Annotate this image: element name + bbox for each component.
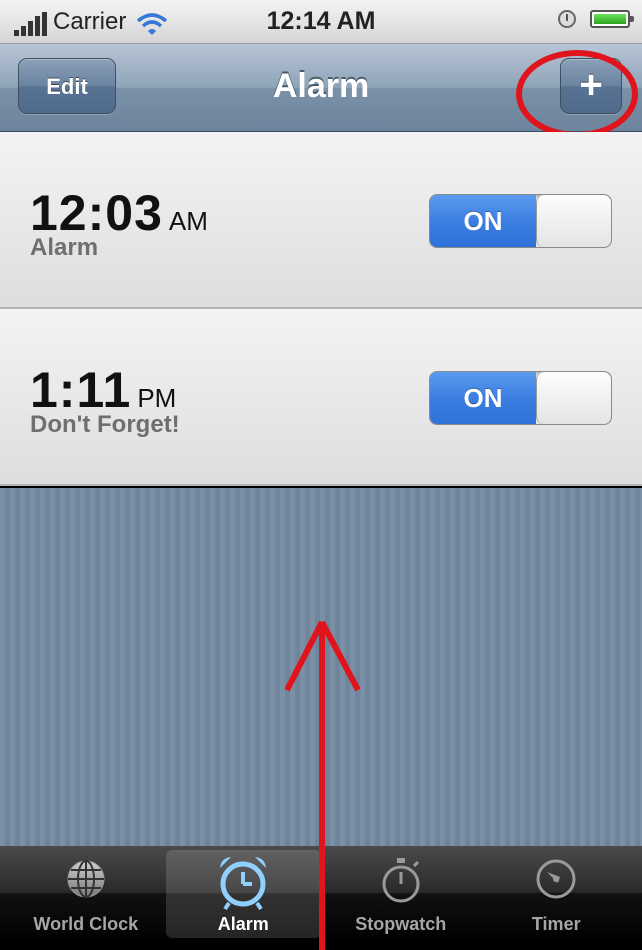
- tab-label: Timer: [531, 914, 581, 934]
- toggle-knob[interactable]: [536, 195, 611, 247]
- tab-alarm[interactable]: Alarm: [165, 850, 321, 938]
- status-right: [558, 10, 634, 28]
- alarm-label: Alarm: [30, 234, 99, 261]
- tab-bar: World Clock Alarm Stopwatch Timer: [0, 846, 642, 942]
- timer-icon: [536, 859, 576, 899]
- alarm-period: PM: [137, 383, 177, 413]
- alarm-toggle-switch[interactable]: ON: [429, 194, 612, 248]
- globe-icon: [67, 860, 105, 898]
- toggle-on-label: ON: [430, 195, 536, 247]
- tab-timer[interactable]: Timer: [479, 846, 635, 942]
- alarm-row[interactable]: 12:03 AM Alarm ON: [0, 132, 642, 309]
- alarm-clock-icon: [220, 857, 267, 911]
- add-alarm-button[interactable]: +: [560, 58, 622, 114]
- stopwatch-icon: [382, 858, 420, 903]
- navigation-bar: Edit Alarm +: [0, 44, 642, 132]
- alarm-period: AM: [168, 206, 208, 236]
- status-bar: Carrier 12:14 AM: [0, 0, 642, 44]
- alarm-toggle-switch[interactable]: ON: [429, 371, 612, 425]
- bottom-frame: [0, 942, 642, 950]
- alarm-clock-indicator-icon: [558, 10, 576, 28]
- tab-label: World Clock: [33, 914, 139, 934]
- toggle-knob[interactable]: [536, 372, 611, 424]
- status-time: 12:14 AM: [266, 7, 376, 35]
- battery-icon: [590, 10, 634, 28]
- tab-label: Stopwatch: [355, 914, 447, 934]
- alarm-row[interactable]: 1:11 PM Don't Forget! ON: [0, 309, 642, 486]
- page-title: Alarm: [272, 67, 370, 105]
- toggle-on-label: ON: [430, 372, 536, 424]
- tab-label: Alarm: [217, 914, 269, 934]
- alarm-list: 12:03 AM Alarm ON 1:11 PM Don't Forget! …: [0, 132, 642, 486]
- alarm-label: Don't Forget!: [30, 411, 180, 438]
- empty-list-background: [0, 488, 642, 846]
- tab-stopwatch[interactable]: Stopwatch: [323, 846, 479, 942]
- tab-world-clock[interactable]: World Clock: [8, 846, 164, 942]
